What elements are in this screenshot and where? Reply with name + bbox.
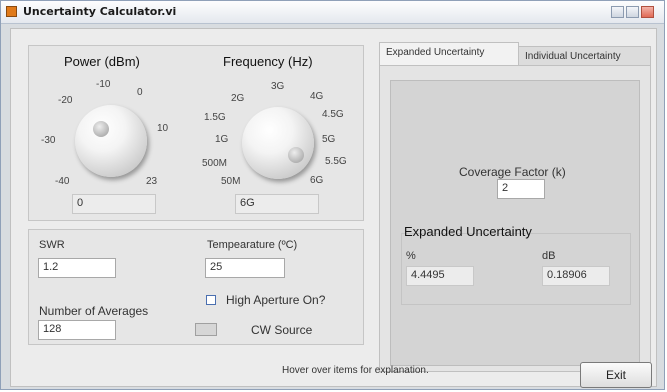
- averages-input[interactable]: 128: [38, 320, 116, 340]
- power-knob[interactable]: [75, 105, 147, 177]
- frequency-tick: 50M: [221, 176, 241, 187]
- settings-panel: SWR 1.2 Tempearature (ºC) 25 High Apertu…: [28, 229, 364, 345]
- temperature-label: Tempearature (ºC): [207, 239, 298, 251]
- swr-input[interactable]: 1.2: [38, 258, 116, 278]
- cw-source-toggle[interactable]: [195, 323, 217, 336]
- power-tick: 23: [146, 176, 158, 187]
- knob-panel: Power (dBm) Frequency (Hz) -10 0 -20 10 …: [28, 45, 364, 221]
- percent-label: %: [406, 250, 416, 262]
- results-area: Coverage Factor (k) 2 Expanded Uncertain…: [390, 80, 640, 366]
- expanded-uncertainty-title: Expanded Uncertainty: [404, 224, 532, 239]
- averages-label: Number of Averages: [39, 304, 149, 318]
- frequency-tick: 4G: [310, 91, 324, 102]
- frequency-tick: 2G: [231, 93, 245, 104]
- cw-source-label: CW Source: [251, 323, 313, 337]
- power-tick: -30: [41, 135, 56, 146]
- maximize-button[interactable]: [626, 6, 639, 18]
- swr-label: SWR: [39, 239, 65, 251]
- power-tick: 10: [157, 123, 169, 134]
- power-label: Power (dBm): [64, 54, 140, 69]
- frequency-tick: 3G: [271, 81, 285, 92]
- close-button[interactable]: [641, 6, 654, 18]
- tab-expanded-uncertainty[interactable]: Expanded Uncertainty: [379, 42, 519, 66]
- temperature-input[interactable]: 25: [205, 258, 285, 278]
- power-tick: -20: [58, 95, 73, 106]
- high-aperture-checkbox[interactable]: [206, 295, 216, 305]
- minimize-button[interactable]: [611, 6, 624, 18]
- power-value-field[interactable]: 0: [72, 194, 156, 214]
- power-tick: -40: [55, 176, 70, 187]
- frequency-knob-indicator: [288, 147, 304, 163]
- app-window: Uncertainty Calculator.vi Power (dBm) Fr…: [0, 0, 665, 390]
- frequency-tick: 5G: [322, 134, 336, 145]
- frequency-tick: 1.5G: [204, 112, 226, 123]
- high-aperture-label: High Aperture On?: [226, 293, 326, 307]
- frequency-value-field[interactable]: 6G: [235, 194, 319, 214]
- frequency-tick: 6G: [310, 175, 324, 186]
- expanded-uncertainty-group: Expanded Uncertainty % dB 4.4495 0.18906: [401, 224, 631, 305]
- frequency-tick: 4.5G: [322, 109, 344, 120]
- coverage-factor-input[interactable]: 2: [497, 179, 545, 199]
- db-label: dB: [542, 250, 556, 262]
- frequency-tick: 1G: [215, 134, 229, 145]
- title-bar[interactable]: Uncertainty Calculator.vi: [1, 1, 664, 24]
- window-title: Uncertainty Calculator.vi: [23, 5, 177, 18]
- db-value: 0.18906: [542, 266, 610, 286]
- frequency-label: Frequency (Hz): [223, 54, 313, 69]
- exit-button[interactable]: Exit: [580, 362, 652, 388]
- power-tick: 0: [137, 87, 143, 98]
- expanded-uncertainty-panel: Coverage Factor (k) 2 Expanded Uncertain…: [379, 65, 651, 372]
- labview-app-icon: [6, 6, 17, 17]
- power-knob-indicator: [93, 121, 109, 137]
- percent-value: 4.4495: [406, 266, 474, 286]
- status-hint: Hover over items for explanation.: [282, 365, 429, 376]
- power-tick: -10: [96, 79, 111, 90]
- frequency-knob[interactable]: [242, 107, 314, 179]
- coverage-factor-label: Coverage Factor (k): [459, 165, 566, 179]
- frequency-tick: 5.5G: [325, 156, 347, 167]
- frequency-tick: 500M: [202, 158, 228, 169]
